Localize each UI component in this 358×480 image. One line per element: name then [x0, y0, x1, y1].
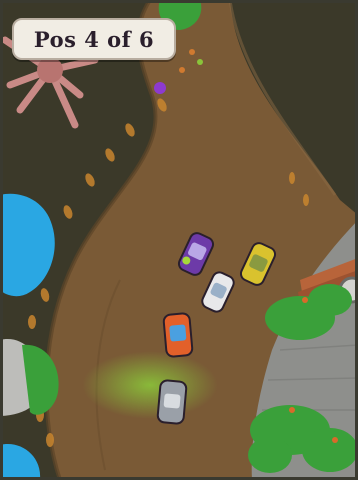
- oil-slick: [82, 351, 218, 419]
- race-game-view: Pos 4 of 6: [0, 0, 358, 480]
- race-scene: [0, 0, 358, 480]
- position-badge: Pos 4 of 6: [12, 18, 176, 60]
- grey-car: [156, 379, 188, 425]
- orange-car: [162, 312, 194, 358]
- position-label: Pos 4 of 6: [33, 26, 155, 52]
